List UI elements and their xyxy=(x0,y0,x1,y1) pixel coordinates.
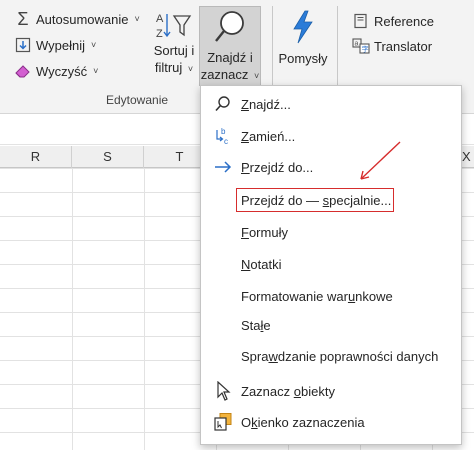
sort-filter-icon: A Z xyxy=(154,10,194,42)
sort-filter-button[interactable]: A Z Sortuj i filtruj ˅ xyxy=(150,10,198,78)
translator-label: Translator xyxy=(374,38,433,54)
clear-button[interactable]: Wyczyść ˅ xyxy=(14,62,98,80)
book-icon xyxy=(352,12,370,30)
clear-label: Wyczyść xyxy=(36,63,88,79)
menu-item-label: Zaznacz obiekty xyxy=(241,383,335,399)
ideas-button[interactable]: Pomysły xyxy=(278,10,328,67)
menu-item-label: Okienko zaznaczenia xyxy=(241,414,365,430)
magnifier-icon xyxy=(213,9,247,49)
sigma-icon: Σ xyxy=(17,8,29,29)
replace-icon: bc xyxy=(213,126,233,146)
menu-item-formulas[interactable]: Formuły xyxy=(201,218,463,246)
menu-item-find[interactable]: Znajdź... xyxy=(201,90,463,118)
cursor-select-icon xyxy=(213,381,233,401)
column-header-x[interactable]: X xyxy=(462,146,474,168)
editing-group-label: Edytowanie xyxy=(106,93,169,107)
ideas-label: Pomysły xyxy=(278,51,328,66)
menu-item-replace[interactable]: bc Zamień... xyxy=(201,122,463,150)
menu-item-goto[interactable]: Przejdź do... xyxy=(201,153,463,181)
autosum-button[interactable]: Σ Autosumowanie ˅ xyxy=(14,8,140,29)
lightning-icon xyxy=(290,10,316,46)
svg-text:c: c xyxy=(224,137,228,146)
svg-text:字: 字 xyxy=(362,45,369,54)
selection-pane-icon xyxy=(213,412,233,432)
menu-item-label: Znajdź... xyxy=(241,96,291,112)
find-select-label-2: zaznacz ˅ xyxy=(200,67,260,82)
menu-item-label: Przejdź do... xyxy=(241,159,314,175)
svg-text:b: b xyxy=(221,127,226,136)
find-select-label-1: Znajdź i xyxy=(207,50,253,65)
fill-down-icon xyxy=(14,36,32,54)
chevron-down-icon: ˅ xyxy=(93,66,99,76)
find-select-button[interactable]: Znajdź i zaznacz ˅ xyxy=(199,6,261,86)
menu-item-label: Formatowanie warunkowe xyxy=(241,288,393,304)
menu-item-label: Sprawdzanie poprawności danych xyxy=(241,348,439,364)
menu-item-selection-pane[interactable]: Okienko zaznaczenia xyxy=(201,408,463,436)
translate-icon: a字 xyxy=(352,37,370,55)
chevron-down-icon: ˅ xyxy=(134,14,140,24)
grid-line xyxy=(72,168,73,450)
svg-text:a: a xyxy=(355,41,359,48)
menu-item-label: Zamień... xyxy=(241,128,296,144)
menu-item-notes[interactable]: Notatki xyxy=(201,250,463,278)
menu-item-label: Stałe xyxy=(241,317,271,333)
fill-label: Wypełnij xyxy=(36,37,86,53)
sort-filter-label-1: Sortuj i xyxy=(153,43,195,58)
grid-line xyxy=(144,168,145,450)
sort-filter-label-2: filtruj ˅ xyxy=(154,60,194,75)
menu-item-label: Notatki xyxy=(241,256,282,272)
autosum-label: Autosumowanie xyxy=(36,11,129,27)
menu-item-select-objects[interactable]: Zaznacz obiekty xyxy=(201,377,463,405)
reference-button[interactable]: Reference xyxy=(352,12,434,30)
menu-item-constants[interactable]: Stałe xyxy=(201,311,463,339)
svg-text:Z: Z xyxy=(156,28,163,40)
menu-item-label: Formuły xyxy=(241,224,288,240)
find-select-menu: Znajdź... bc Zamień... Przejdź do... Prz… xyxy=(200,85,462,445)
svg-text:A: A xyxy=(156,13,164,25)
fill-button[interactable]: Wypełnij ˅ xyxy=(14,36,96,54)
translator-button[interactable]: a字 Translator xyxy=(352,37,432,55)
reference-label: Reference xyxy=(374,13,434,29)
chevron-down-icon: ˅ xyxy=(91,40,97,50)
menu-item-data-validation[interactable]: Sprawdzanie poprawności danych xyxy=(201,342,463,370)
menu-item-conditional-formatting[interactable]: Formatowanie warunkowe xyxy=(201,282,463,310)
search-icon xyxy=(213,94,233,114)
eraser-icon xyxy=(14,62,32,80)
column-header-r[interactable]: R xyxy=(0,146,72,168)
highlight-box xyxy=(236,188,394,212)
column-header-s[interactable]: S xyxy=(72,146,144,168)
arrow-right-icon xyxy=(213,157,233,177)
